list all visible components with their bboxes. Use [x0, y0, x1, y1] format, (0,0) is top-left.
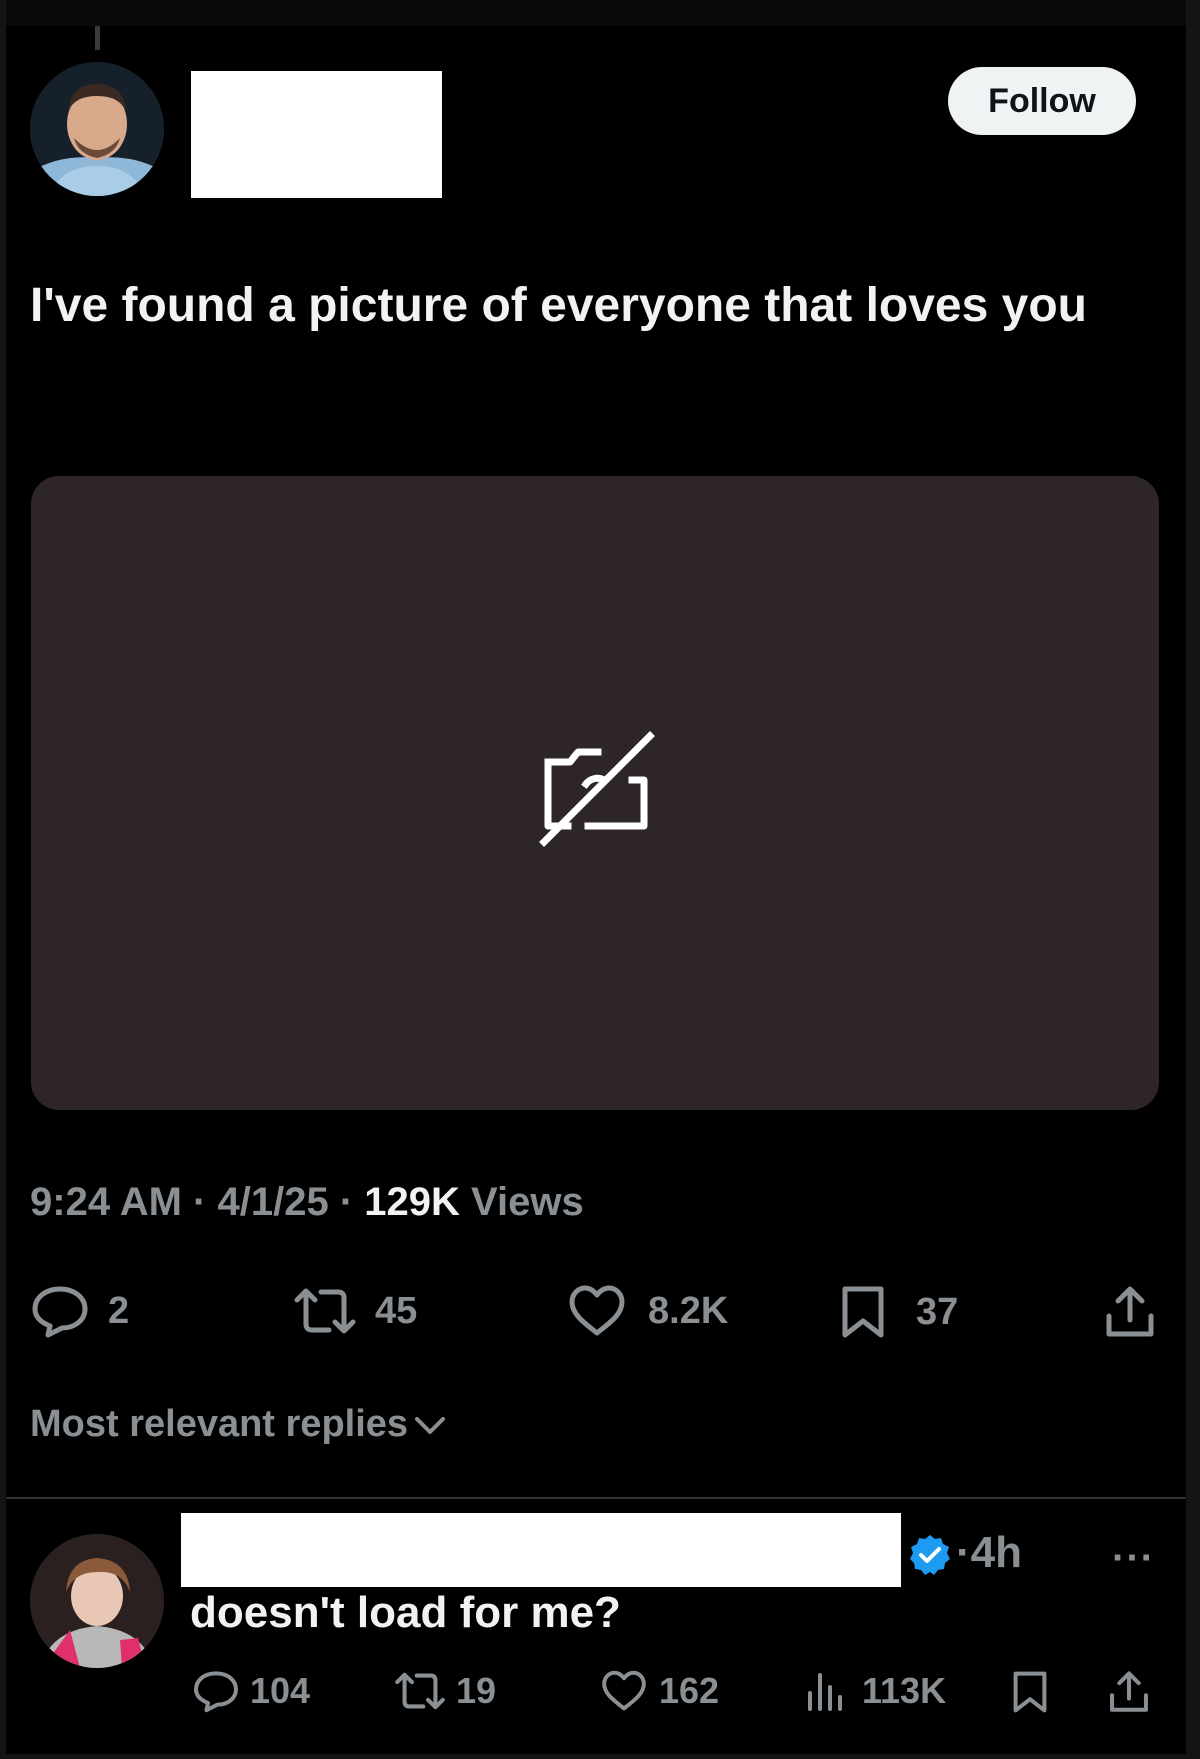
reply-views-count: 113K — [862, 1670, 947, 1711]
post-date: 4/1/25 — [217, 1180, 329, 1224]
more-options-icon[interactable]: ··· — [1112, 1536, 1155, 1581]
views-count: 129K — [364, 1180, 460, 1224]
reply-author-redacted — [181, 1513, 901, 1587]
reply-bookmark-action[interactable] — [1010, 1669, 1050, 1715]
post-text: I've found a picture of everyone that lo… — [30, 279, 1087, 332]
heart-icon — [602, 1670, 646, 1711]
reply-repost-count: 19 — [456, 1670, 497, 1711]
reply-count: 2 — [108, 1289, 130, 1332]
post-time: 9:24 AM — [30, 1180, 182, 1224]
views-label: Views — [471, 1180, 584, 1224]
author-name-redacted — [191, 71, 442, 198]
right-edge — [1186, 0, 1200, 1759]
sort-replies-dropdown[interactable]: Most relevant replies — [30, 1403, 448, 1446]
views-chart-icon — [808, 1673, 842, 1711]
repost-icon — [395, 1672, 445, 1710]
reply-icon — [32, 1286, 88, 1338]
reply-like-count: 162 — [659, 1670, 720, 1711]
share-icon — [1106, 1286, 1154, 1337]
reply-reply-action[interactable]: 104 — [192, 1669, 310, 1713]
reply-action[interactable]: 2 — [30, 1284, 129, 1338]
reply-repost-action[interactable]: 19 — [394, 1669, 496, 1713]
reply-reply-count: 104 — [250, 1670, 311, 1711]
repost-icon — [294, 1288, 356, 1334]
bookmark-count: 37 — [916, 1290, 959, 1333]
reply-icon — [194, 1671, 238, 1713]
top-bar — [0, 0, 1200, 26]
sort-label: Most relevant replies — [30, 1403, 409, 1445]
repost-count: 45 — [375, 1289, 418, 1332]
author-avatar[interactable] — [30, 62, 164, 196]
reply-avatar-image — [30, 1534, 164, 1668]
like-action[interactable]: 8.2K — [568, 1284, 728, 1338]
reply-text: doesn't load for me? — [190, 1588, 621, 1637]
camera-off-icon — [539, 731, 655, 847]
follow-button[interactable]: Follow — [948, 67, 1136, 135]
bookmark-icon — [842, 1286, 884, 1338]
divider — [6, 1497, 1186, 1499]
like-count: 8.2K — [648, 1289, 729, 1332]
reply-timestamp: ·4h — [956, 1528, 1022, 1577]
reply-like-action[interactable]: 162 — [601, 1669, 719, 1713]
bottom-edge — [0, 1754, 1200, 1759]
thread-line — [95, 26, 100, 50]
post-meta: 9:24 AM · 4/1/25 · 129K Views — [30, 1180, 584, 1225]
share-icon — [1110, 1671, 1148, 1712]
bookmark-action[interactable]: 37 — [838, 1284, 958, 1340]
share-action[interactable] — [1104, 1284, 1156, 1340]
reply-share-action[interactable] — [1108, 1669, 1150, 1715]
author-avatar-image — [30, 62, 164, 196]
verified-badge-icon — [910, 1535, 950, 1575]
reply-avatar[interactable] — [30, 1534, 164, 1668]
bookmark-icon — [1013, 1671, 1047, 1713]
meta-separator: · — [193, 1180, 207, 1224]
chevron-down-icon — [415, 1416, 446, 1434]
meta-separator: · — [339, 1180, 354, 1224]
reply-views-action[interactable]: 113K — [806, 1669, 946, 1713]
heart-icon — [569, 1285, 625, 1336]
repost-action[interactable]: 45 — [293, 1284, 417, 1338]
